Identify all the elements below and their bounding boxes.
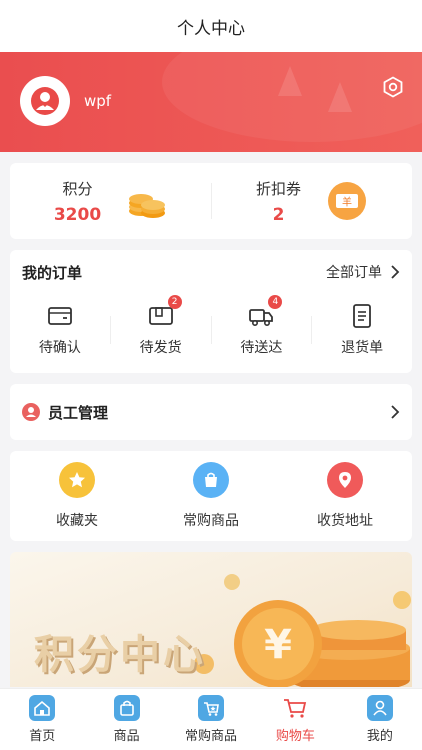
person-icon [373, 700, 387, 716]
coin-symbol: ¥ [264, 622, 292, 668]
chevron-right-icon [391, 265, 400, 279]
basket-star-icon [204, 702, 219, 716]
order-badge: 4 [268, 295, 283, 309]
all-orders-label: 全部订单 [326, 265, 382, 281]
tree-decoration [278, 66, 302, 96]
tab-products[interactable]: 商品 [84, 689, 168, 750]
order-label: 待确认 [38, 340, 81, 356]
order-badge: 2 [167, 295, 182, 309]
address-link[interactable]: 收货地址 [278, 462, 412, 530]
nav-bar: 个人中心 [0, 0, 422, 52]
profile-header: wpf [0, 52, 422, 152]
points-value: 3200 [53, 204, 102, 225]
bag-icon [119, 700, 134, 716]
tab-home[interactable]: 首页 [0, 689, 84, 750]
home-icon [34, 700, 51, 716]
orders-card: 我的订单 全部订单 待确认 2 待发货 4 待送达 退货单 [10, 250, 412, 373]
page-title: 个人中心 [177, 18, 245, 39]
points-center-banner[interactable]: ¥ 积分中心 [10, 552, 412, 687]
quick-label: 收货地址 [317, 513, 373, 529]
star-icon [69, 472, 85, 488]
stats-card: 积分 3200 折扣券 2 羊 [10, 163, 412, 239]
address-icon-bg [327, 462, 363, 498]
orders-title: 我的订单 [22, 263, 83, 282]
quick-label: 常购商品 [183, 513, 239, 529]
avatar[interactable] [20, 76, 70, 126]
shopping-bag-icon [205, 472, 217, 487]
coupon-label: 折扣券 [255, 179, 301, 198]
tab-label: 常购商品 [185, 729, 238, 744]
chevron-right-icon [391, 405, 400, 419]
tab-label: 我的 [366, 729, 393, 744]
order-label: 待发货 [139, 340, 182, 356]
tab-label: 商品 [113, 729, 140, 744]
banner-title: 积分中心 [34, 632, 206, 678]
user-icon [31, 87, 59, 115]
favorites-icon-bg [59, 462, 95, 498]
tab-cart[interactable]: 购物车 [253, 689, 337, 750]
favorites-link[interactable]: 收藏夹 [10, 462, 144, 530]
wallet-icon [47, 307, 72, 325]
order-pending-ship[interactable]: 2 待发货 [111, 295, 211, 357]
points-stat[interactable]: 积分 3200 [10, 163, 211, 239]
tab-me[interactable]: 我的 [338, 689, 422, 750]
points-label: 积分 [62, 179, 93, 198]
staff-management-row[interactable]: 员工管理 [10, 384, 412, 440]
order-label: 退货单 [341, 340, 384, 356]
return-receipt-icon [353, 304, 372, 328]
bottom-tab-bar: 首页 商品 常购商品 购物车 我的 [0, 688, 422, 750]
coupon-icon: 羊 [328, 182, 366, 220]
coins-icon [129, 194, 166, 218]
order-pending-confirm[interactable]: 待确认 [10, 303, 110, 357]
staff-icon [22, 403, 40, 421]
coupon-value: 2 [272, 204, 285, 225]
order-returns[interactable]: 退货单 [312, 303, 412, 357]
tab-frequent[interactable]: 常购商品 [169, 689, 253, 750]
username: wpf [84, 92, 112, 110]
coupon-stat[interactable]: 折扣券 2 羊 [211, 163, 412, 239]
tree-decoration [328, 82, 352, 112]
frequent-icon-bg [193, 462, 229, 498]
frequent-products-link[interactable]: 常购商品 [144, 462, 278, 530]
quick-label: 收藏夹 [56, 513, 98, 529]
all-orders-link[interactable]: 全部订单 [326, 262, 400, 282]
tab-label: 购物车 [275, 729, 315, 744]
tab-label: 首页 [29, 729, 56, 744]
quick-links-card: 收藏夹 常购商品 收货地址 [10, 451, 412, 541]
order-label: 待送达 [240, 340, 283, 356]
staff-label: 员工管理 [48, 403, 109, 422]
order-pending-delivery[interactable]: 4 待送达 [212, 295, 312, 357]
settings-icon[interactable] [382, 76, 404, 98]
location-pin-icon [339, 472, 351, 488]
coupon-icon-text: 羊 [342, 196, 352, 209]
cart-icon [284, 699, 307, 718]
